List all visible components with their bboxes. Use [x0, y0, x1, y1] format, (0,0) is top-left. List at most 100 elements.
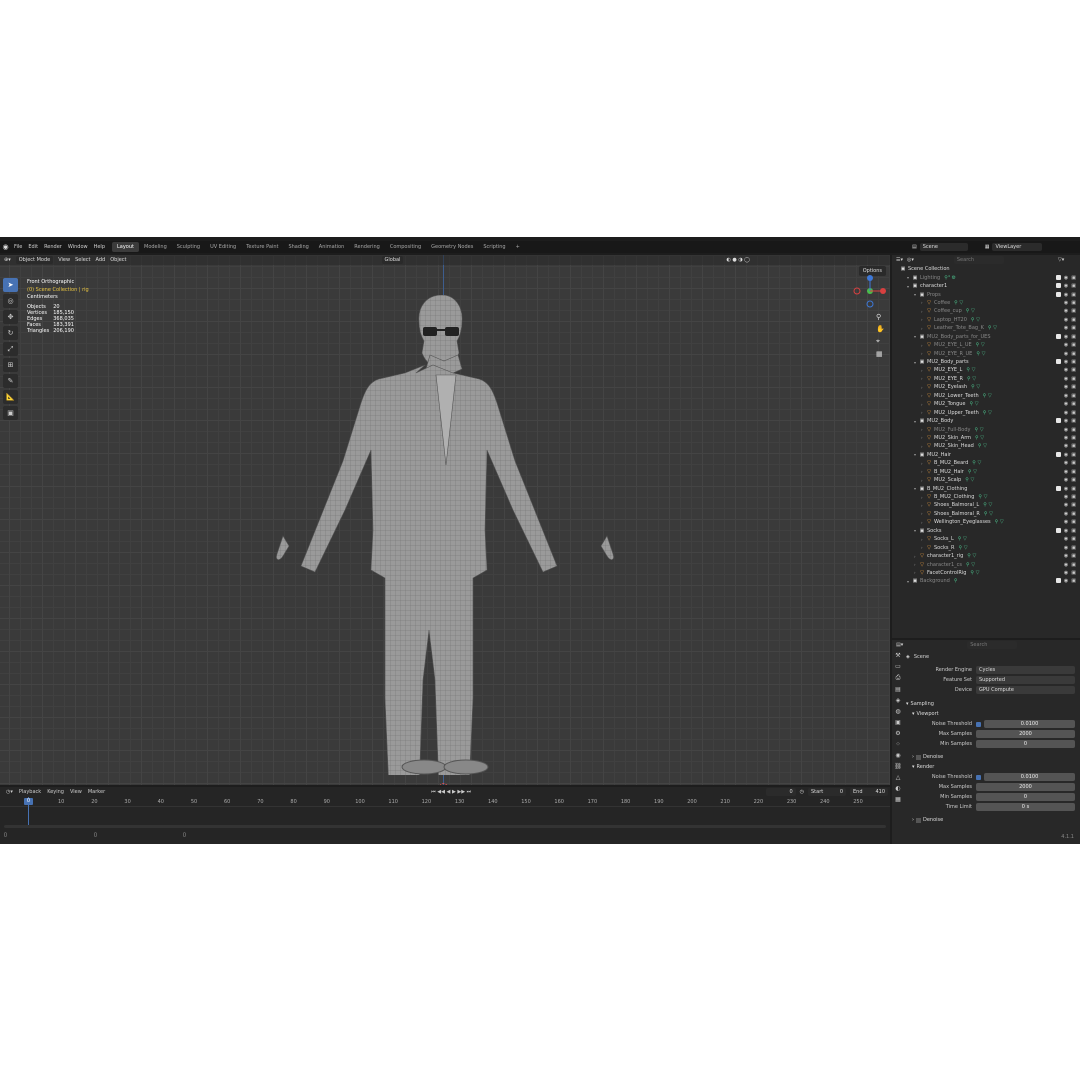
denoise-render-checkbox[interactable] — [916, 817, 921, 823]
navigation-gizmo[interactable] — [852, 273, 888, 309]
camera-icon[interactable]: ▣ — [1071, 562, 1076, 568]
outliner-object-row[interactable]: › ▽ Leather_Tote_Bag_K ⚲ ▽ ◉ ▣ — [892, 324, 1080, 332]
outliner-object-row[interactable]: › ▽ Shoes_Balmoral_R ⚲ ▽ ◉ ▣ — [892, 510, 1080, 518]
outliner-object-row[interactable]: › ▽ MU2_EYE_L_UE ⚲ ▽ ◉ ▣ — [892, 341, 1080, 349]
material-tab-icon[interactable]: ◐ — [895, 785, 900, 792]
camera-icon[interactable]: ▣ — [1071, 283, 1076, 289]
blender-logo-icon[interactable]: ◉ — [0, 243, 11, 251]
properties-editor[interactable]: ▤▾ Search ⚒ ▭ ⎙ ▤ ◈ ◍ ▣ ⚙ ⁘ ◉ ⛓ △ ◐ ▦ ◈ S… — [892, 640, 1080, 844]
feature-set-dropdown[interactable]: Supported — [976, 676, 1075, 684]
eye-icon[interactable]: ◉ — [1064, 511, 1068, 517]
exclude-checkbox[interactable] — [1055, 578, 1061, 584]
eye-icon[interactable]: ◉ — [1064, 418, 1068, 424]
timeline-editor-icon[interactable]: ◷▾ — [6, 789, 13, 795]
eye-icon[interactable]: ◉ — [1064, 334, 1068, 340]
add-cube-tool-icon[interactable]: ▣ — [3, 406, 18, 420]
outliner-collection-row[interactable]: ▾ ▣ Background ⚲ ◉ ▣ — [892, 577, 1080, 585]
eye-icon[interactable]: ◉ — [1064, 553, 1068, 559]
camera-icon[interactable]: ▣ — [1071, 511, 1076, 517]
tl-menu-keying[interactable]: Keying — [47, 789, 64, 795]
select-tool-icon[interactable]: ➤ — [3, 278, 18, 292]
camera-icon[interactable]: ▣ — [1071, 393, 1076, 399]
outliner-object-row[interactable]: › ▽ character1_cs ⚲ ▽ ◉ ▣ — [892, 560, 1080, 568]
scene-collection-row[interactable]: ▣ Scene Collection — [892, 265, 1080, 273]
outliner-object-row[interactable]: › ▽ Socks_L ⚲ ▽ ◉ ▣ — [892, 535, 1080, 543]
noise-threshold-checkbox[interactable] — [976, 721, 981, 727]
view-layer-icon[interactable]: ▦ — [985, 244, 990, 250]
timeline-scrollbar[interactable] — [4, 825, 886, 828]
viewport-noise-field[interactable]: 0.0100 — [984, 720, 1075, 728]
particles-tab-icon[interactable]: ⁘ — [895, 741, 900, 748]
playhead-frame-label[interactable]: 0 — [24, 798, 33, 805]
outliner-collection-row[interactable]: ▾ ▣ Lighting ⚲⁴ ⚙ ◉ ▣ — [892, 273, 1080, 281]
outliner-object-row[interactable]: › ▽ Shoes_Balmoral_L ⚲ ▽ ◉ ▣ — [892, 501, 1080, 509]
view-layer-field[interactable]: ViewLayer — [992, 243, 1043, 251]
exclude-checkbox[interactable] — [1055, 485, 1061, 491]
camera-icon[interactable]: ▣ — [1071, 578, 1076, 584]
vp-menu-object[interactable]: Object — [110, 257, 126, 263]
clock-icon[interactable]: ◷ — [800, 789, 804, 795]
eye-icon[interactable]: ◉ — [1064, 502, 1068, 508]
camera-icon[interactable]: ▣ — [1071, 308, 1076, 314]
eye-icon[interactable]: ◉ — [1064, 359, 1068, 365]
zoom-icon[interactable]: ⚲ — [876, 313, 885, 321]
eye-icon[interactable]: ◉ — [1064, 300, 1068, 306]
render-max-samples-field[interactable]: 2000 — [976, 783, 1075, 791]
render-noise-field[interactable]: 0.0100 — [984, 773, 1075, 781]
shading-buttons-icon[interactable]: ◐ ● ◑ ◯ — [726, 257, 749, 263]
exclude-checkbox[interactable] — [1055, 418, 1061, 424]
eye-icon[interactable]: ◉ — [1064, 325, 1068, 331]
camera-icon[interactable]: ▣ — [1071, 452, 1076, 458]
eye-icon[interactable]: ◉ — [1064, 460, 1068, 466]
outliner-collection-row[interactable]: ▾ ▣ character1 ◉ ▣ — [892, 282, 1080, 290]
rotate-tool-icon[interactable]: ↻ — [3, 326, 18, 340]
eye-icon[interactable]: ◉ — [1064, 486, 1068, 492]
menu-render[interactable]: Render — [44, 244, 62, 250]
exclude-checkbox[interactable] — [1055, 283, 1061, 289]
menu-help[interactable]: Help — [94, 244, 105, 250]
outliner-object-row[interactable]: › ▽ MU2_Lower_Teeth ⚲ ▽ ◉ ▣ — [892, 392, 1080, 400]
camera-icon[interactable]: ▣ — [1071, 528, 1076, 534]
eye-icon[interactable]: ◉ — [1064, 494, 1068, 500]
camera-icon[interactable]: ▣ — [1071, 317, 1076, 323]
eye-icon[interactable]: ◉ — [1064, 427, 1068, 433]
outliner-object-row[interactable]: › ▽ MU2_Scalp ⚲ ▽ ◉ ▣ — [892, 476, 1080, 484]
outliner-object-row[interactable]: › ▽ MU2_EYE_R ⚲ ▽ ◉ ▣ — [892, 375, 1080, 383]
properties-editor-icon[interactable]: ▤▾ — [896, 642, 903, 648]
outliner-collection-row[interactable]: ▾ ▣ MU2_Hair ◉ ▣ — [892, 451, 1080, 459]
outliner-object-row[interactable]: › ▽ MU2_Skin_Head ⚲ ▽ ◉ ▣ — [892, 442, 1080, 450]
eye-icon[interactable]: ◉ — [1064, 367, 1068, 373]
denoise-viewport-header[interactable]: › Denoise — [906, 752, 1078, 762]
modifier-tab-icon[interactable]: ⚙ — [895, 730, 900, 737]
time-limit-field[interactable]: 0 s — [976, 803, 1075, 811]
current-frame-field[interactable]: 0 — [765, 788, 796, 796]
camera-icon[interactable]: ▣ — [1071, 469, 1076, 475]
camera-icon[interactable]: ▣ — [1071, 477, 1076, 483]
outliner-object-row[interactable]: › ▽ MU2_Tongue ⚲ ▽ ◉ ▣ — [892, 400, 1080, 408]
camera-icon[interactable]: ▣ — [1071, 367, 1076, 373]
output-tab-icon[interactable]: ⎙ — [896, 674, 901, 682]
exclude-checkbox[interactable] — [1055, 359, 1061, 365]
properties-search[interactable]: Search — [967, 641, 1018, 649]
outliner-object-row[interactable]: › ▽ MU2_Upper_Teeth ⚲ ▽ ◉ ▣ — [892, 408, 1080, 416]
outliner-collection-row[interactable]: ▾ ▣ MU2_Body_parts ◉ ▣ — [892, 358, 1080, 366]
outliner-object-row[interactable]: › ▽ Socks_R ⚲ ▽ ◉ ▣ — [892, 543, 1080, 551]
camera-icon[interactable]: ▣ — [1071, 376, 1076, 382]
camera-icon[interactable]: ▣ — [1071, 410, 1076, 416]
vp-menu-view[interactable]: View — [58, 257, 70, 263]
eye-icon[interactable]: ◉ — [1064, 578, 1068, 584]
render-min-samples-field[interactable]: 0 — [976, 793, 1075, 801]
tab-rendering[interactable]: Rendering — [349, 242, 385, 252]
tl-menu-playback[interactable]: Playback — [19, 789, 41, 795]
outliner-object-row[interactable]: › ▽ Coffee_cup ⚲ ▽ ◉ ▣ — [892, 307, 1080, 315]
outliner-object-row[interactable]: › ▽ B_MU2_Beard ⚲ ▽ ◉ ▣ — [892, 459, 1080, 467]
eye-icon[interactable]: ◉ — [1064, 275, 1068, 281]
outliner-search[interactable]: Search — [953, 256, 1004, 264]
exclude-checkbox[interactable] — [1055, 527, 1061, 533]
render-engine-dropdown[interactable]: Cycles — [976, 666, 1075, 674]
tab-geometry-nodes[interactable]: Geometry Nodes — [426, 242, 478, 252]
eye-icon[interactable]: ◉ — [1064, 570, 1068, 576]
eye-icon[interactable]: ◉ — [1064, 317, 1068, 323]
eye-icon[interactable]: ◉ — [1064, 536, 1068, 542]
tl-menu-marker[interactable]: Marker — [88, 789, 105, 795]
